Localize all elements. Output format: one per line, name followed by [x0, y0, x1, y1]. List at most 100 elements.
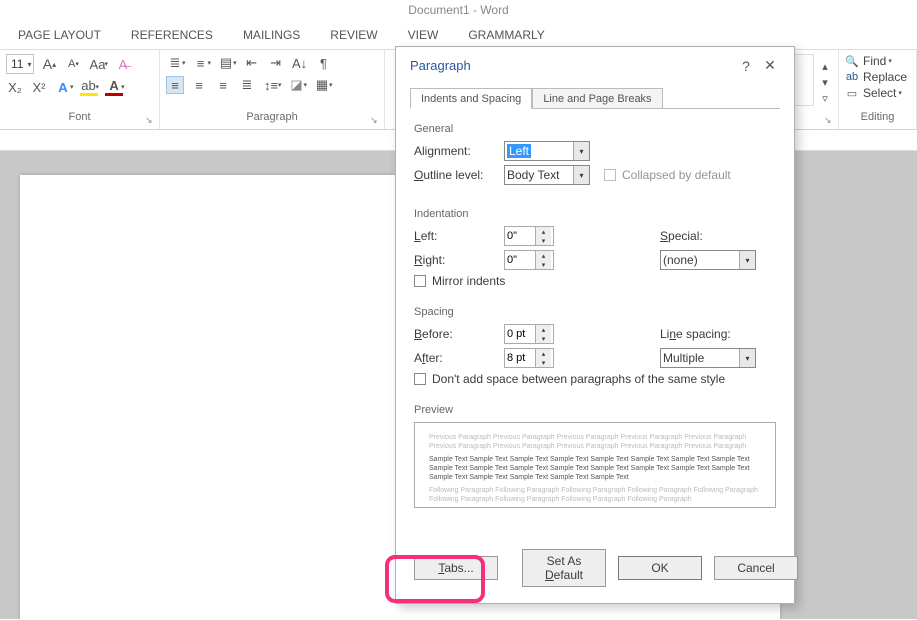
tabs-button[interactable]: Tabs...	[414, 556, 498, 580]
indent-left-spinner[interactable]: ▴▾	[504, 226, 554, 246]
spin-down-icon[interactable]: ▾	[536, 358, 551, 367]
font-size-combo[interactable]: 11 ▾	[6, 54, 34, 74]
line-spacing-button[interactable]: ↕≡▾	[262, 76, 282, 94]
tab-line-page-breaks[interactable]: Line and Page Breaks	[532, 88, 662, 109]
font-color-button[interactable]: A▾	[105, 78, 125, 96]
alignment-value: Left	[507, 144, 531, 158]
shading-button[interactable]: ◪▾	[288, 76, 308, 94]
dialog-title-bar[interactable]: Paragraph ? ✕	[396, 47, 794, 84]
close-icon[interactable]: ✕	[758, 57, 782, 74]
indent-right-spinner[interactable]: ▴▾	[504, 250, 554, 270]
spin-up-icon[interactable]: ▴	[536, 227, 551, 236]
special-select[interactable]: (none) ▾	[660, 250, 756, 270]
align-right-icon[interactable]: ≡	[214, 76, 232, 94]
spin-down-icon[interactable]: ▾	[536, 236, 551, 245]
justify-icon[interactable]: ≣	[238, 76, 256, 94]
set-default-button[interactable]: Set As Default	[522, 549, 606, 587]
find-label: Find	[863, 54, 886, 68]
special-label: Special:	[660, 229, 760, 243]
ribbon-tab-page-layout[interactable]: PAGE LAYOUT	[18, 28, 101, 42]
superscript-icon[interactable]: X²	[30, 78, 48, 96]
chevron-down-icon: ▾	[27, 60, 31, 69]
highlight-button[interactable]: ab▾	[80, 78, 100, 96]
spin-up-icon[interactable]: ▴	[536, 325, 551, 334]
outline-select[interactable]: Body Text ▾	[504, 165, 590, 185]
select-icon: ▭	[845, 86, 859, 100]
styles-more-icon[interactable]: ▿	[818, 92, 832, 106]
subscript-icon[interactable]: X₂	[6, 78, 24, 96]
dialog-tabs: Indents and Spacing Line and Page Breaks	[396, 84, 794, 108]
general-heading: General	[414, 123, 776, 135]
mirror-indents-label: Mirror indents	[432, 274, 505, 288]
before-value[interactable]	[505, 325, 535, 343]
bullets-button[interactable]: ≣▾	[166, 54, 186, 72]
preview-sample-text: Sample Text Sample Text Sample Text Samp…	[429, 455, 761, 482]
align-left-icon[interactable]: ≡	[166, 76, 184, 94]
after-spinner[interactable]: ▴▾	[504, 348, 554, 368]
ribbon-tab-review[interactable]: REVIEW	[330, 28, 377, 42]
spin-down-icon[interactable]: ▾	[536, 334, 551, 343]
before-spinner[interactable]: ▴▾	[504, 324, 554, 344]
grow-font-icon[interactable]: A▴	[40, 55, 58, 73]
styles-up-icon[interactable]: ▴	[818, 60, 832, 74]
alignment-label: Alignment:	[414, 144, 494, 158]
font-dialog-launcher-icon[interactable]: ↘	[145, 115, 157, 127]
sort-button[interactable]: A↓	[291, 54, 309, 72]
no-space-same-style-checkbox[interactable]: Don't add space between paragraphs of th…	[414, 372, 776, 386]
collapsed-label: Collapsed by default	[622, 168, 731, 182]
text-effects-button[interactable]: A▾	[54, 78, 74, 96]
special-value: (none)	[661, 253, 739, 267]
indentation-heading: Indentation	[414, 208, 776, 220]
ribbon-tab-view[interactable]: VIEW	[408, 28, 439, 42]
chevron-down-icon: ▾	[573, 142, 589, 160]
select-label: Select	[863, 86, 896, 100]
indent-left-value[interactable]	[505, 227, 535, 245]
line-spacing-value: Multiple	[661, 351, 739, 365]
replace-button[interactable]: ab Replace	[845, 70, 910, 84]
paragraph-group-label: Paragraph	[166, 111, 378, 127]
spin-down-icon[interactable]: ▾	[536, 260, 551, 269]
shrink-font-icon[interactable]: A▾	[64, 55, 82, 73]
show-marks-icon[interactable]: ¶	[315, 54, 333, 72]
spin-up-icon[interactable]: ▴	[536, 349, 551, 358]
dialog-body: General Alignment: Left ▾ Outline level:…	[396, 109, 794, 537]
checkbox-icon	[604, 169, 616, 181]
decrease-indent-icon[interactable]: ⇤	[243, 54, 261, 72]
outline-label: Outline level:	[414, 168, 494, 182]
tab-indents-spacing[interactable]: Indents and Spacing	[410, 88, 532, 109]
indent-right-value[interactable]	[505, 251, 535, 269]
editing-group: 🔍 Find ▾ ab Replace ▭ Select ▾ Editing	[839, 50, 917, 129]
dialog-button-row: Tabs... Set As Default OK Cancel	[396, 537, 794, 603]
font-group: 11 ▾ A▴ A▾ Aa▾ A̶ X₂ X² A▾ ab▾ A▾ Font ↘	[0, 50, 160, 129]
after-label: After:	[414, 351, 494, 365]
ribbon-tab-references[interactable]: REFERENCES	[131, 28, 213, 42]
multilevel-button[interactable]: ▤▾	[217, 54, 237, 72]
styles-dialog-launcher-icon[interactable]: ↘	[824, 115, 836, 127]
checkbox-icon	[414, 275, 426, 287]
line-spacing-select[interactable]: Multiple ▾	[660, 348, 756, 368]
align-center-icon[interactable]: ≡	[190, 76, 208, 94]
paragraph-dialog-launcher-icon[interactable]: ↘	[370, 115, 382, 127]
clear-formatting-icon[interactable]: A̶	[114, 55, 132, 73]
help-icon[interactable]: ?	[734, 58, 758, 74]
after-value[interactable]	[505, 349, 535, 367]
collapsed-checkbox: Collapsed by default	[604, 168, 776, 182]
ok-button[interactable]: OK	[618, 556, 702, 580]
ribbon-tab-grammarly[interactable]: GRAMMARLY	[468, 28, 544, 42]
change-case-button[interactable]: Aa▾	[88, 55, 108, 73]
preview-prev-text: Previous Paragraph Previous Paragraph Pr…	[429, 433, 761, 451]
mirror-indents-checkbox[interactable]: Mirror indents	[414, 274, 776, 288]
alignment-select[interactable]: Left ▾	[504, 141, 590, 161]
paragraph-dialog: Paragraph ? ✕ Indents and Spacing Line a…	[395, 46, 795, 604]
select-button[interactable]: ▭ Select ▾	[845, 86, 910, 100]
borders-button[interactable]: ▦▾	[313, 76, 333, 94]
font-group-label: Font	[6, 111, 153, 127]
increase-indent-icon[interactable]: ⇥	[267, 54, 285, 72]
styles-down-icon[interactable]: ▾	[818, 76, 832, 90]
cancel-button[interactable]: Cancel	[714, 556, 798, 580]
ribbon-tab-mailings[interactable]: MAILINGS	[243, 28, 300, 42]
numbering-button[interactable]: ≡▾	[192, 54, 212, 72]
spin-up-icon[interactable]: ▴	[536, 251, 551, 260]
find-button[interactable]: 🔍 Find ▾	[845, 54, 910, 68]
replace-icon: ab	[845, 70, 859, 84]
